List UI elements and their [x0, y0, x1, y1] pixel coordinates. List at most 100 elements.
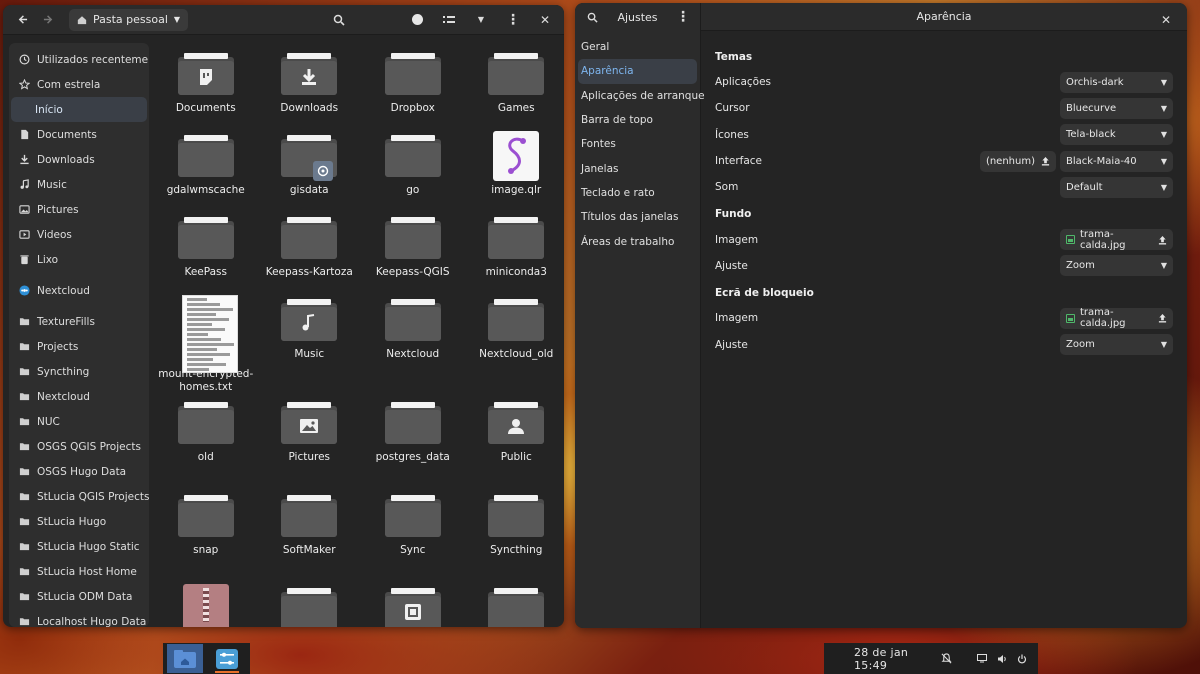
- power-icon[interactable]: [1016, 652, 1028, 666]
- file-item[interactable]: Downloads: [258, 45, 362, 127]
- close-button[interactable]: ✕: [1155, 9, 1177, 31]
- view-options-button[interactable]: [438, 9, 460, 31]
- location-bar[interactable]: Pasta pessoal ▼: [69, 8, 189, 31]
- search-button[interactable]: [328, 9, 350, 31]
- sidebar-item-videos[interactable]: Videos: [9, 222, 149, 247]
- sidebar-item-pictures[interactable]: Pictures: [9, 197, 149, 222]
- icons-theme-dropdown[interactable]: Tela-black ▼: [1060, 124, 1173, 146]
- lockscreen-image-chooser[interactable]: trama-calda.jpg: [1060, 307, 1173, 330]
- sidebar-item-nextcloud[interactable]: Nextcloud: [9, 384, 149, 409]
- file-item[interactable]: TrainingCourses: [465, 580, 565, 627]
- file-item[interactable]: Documents: [154, 45, 258, 127]
- nav-item-aplicacoes-de-arranque[interactable]: Aplicações de arranque: [575, 84, 705, 108]
- sidebar-item-stlucia-hugo[interactable]: StLucia Hugo: [9, 509, 149, 534]
- sidebar-item-stlucia-odm-data[interactable]: StLucia ODM Data: [9, 584, 149, 609]
- forward-button[interactable]: [37, 9, 59, 31]
- nav-item-fontes[interactable]: Fontes: [575, 132, 700, 156]
- sidebar-item-stlucia-host-home[interactable]: StLucia Host Home: [9, 559, 149, 584]
- file-item[interactable]: miniconda3: [465, 209, 565, 291]
- file-item[interactable]: postgres_data: [361, 394, 465, 487]
- nav-item-barra-de-topo[interactable]: Barra de topo: [575, 108, 700, 132]
- lockscreen-adjust-dropdown[interactable]: Zoom ▼: [1060, 334, 1173, 356]
- folder-icon: [176, 49, 236, 99]
- sound-theme-dropdown[interactable]: Default ▼: [1060, 176, 1173, 198]
- row-label: Ajuste: [715, 338, 748, 351]
- background-adjust-dropdown[interactable]: Zoom ▼: [1060, 255, 1173, 277]
- file-name: trama-calda.jpg: [1080, 307, 1126, 330]
- file-item[interactable]: gisdata: [258, 127, 362, 209]
- file-item[interactable]: Games: [465, 45, 565, 127]
- file-name: go: [406, 184, 420, 196]
- none-label: (nenhum): [985, 155, 1035, 167]
- sidebar-item-osgs-hugo-data[interactable]: OSGS Hugo Data: [9, 459, 149, 484]
- sidebar-item-com-estrela[interactable]: Com estrela: [9, 72, 149, 97]
- folder-icon: [19, 366, 30, 377]
- sidebar-item-localhost-hugo-data[interactable]: Localhost Hugo Data: [9, 609, 149, 627]
- dock-files-app[interactable]: [167, 644, 203, 673]
- screen-icon[interactable]: [976, 652, 988, 666]
- file-item[interactable]: Sync: [361, 487, 465, 580]
- file-item[interactable]: KeePass: [154, 209, 258, 291]
- sidebar-item-nextcloud[interactable]: Nextcloud: [9, 278, 149, 303]
- nav-item-titulos-das-janelas[interactable]: Títulos das janelas: [575, 205, 700, 229]
- sidebar-item-downloads[interactable]: Downloads: [9, 147, 149, 172]
- sidebar-item-texturefills[interactable]: TextureFills: [9, 309, 149, 334]
- sidebar-item-label: Com estrela: [37, 78, 101, 91]
- view-toggle-button[interactable]: [406, 9, 428, 31]
- file-item[interactable]: go: [361, 127, 465, 209]
- sidebar-item-stlucia-hugo-static[interactable]: StLucia Hugo Static: [9, 534, 149, 559]
- file-item[interactable]: mount-encrypted-homes.txt: [154, 291, 258, 394]
- interface-theme-dropdown[interactable]: Black-Maia-40 ▼: [1060, 150, 1173, 172]
- chevron-down-icon: ▼: [1160, 77, 1167, 87]
- file-item[interactable]: SystemConfig: [258, 580, 362, 627]
- file-item[interactable]: old: [154, 394, 258, 487]
- sidebar-item-in-cio[interactable]: Início: [11, 97, 147, 122]
- file-item[interactable]: Pictures: [258, 394, 362, 487]
- file-item[interactable]: syncthing-2022: [154, 580, 258, 627]
- file-item[interactable]: image.qlr: [465, 127, 565, 209]
- aplicacoes-theme-dropdown[interactable]: Orchis-dark ▼: [1060, 71, 1173, 93]
- search-button[interactable]: [581, 6, 603, 28]
- back-button[interactable]: [11, 9, 33, 31]
- file-item[interactable]: Syncthing: [465, 487, 565, 580]
- nav-item-areas-de-trabalho[interactable]: Áreas de trabalho: [575, 229, 700, 253]
- file-item[interactable]: snap: [154, 487, 258, 580]
- volume-icon[interactable]: [996, 652, 1008, 666]
- sidebar-item-stlucia-qgis-projects[interactable]: StLucia QGIS Projects: [9, 484, 149, 509]
- file-item[interactable]: Templates: [361, 580, 465, 627]
- dock-tweaks-app[interactable]: [209, 644, 245, 673]
- file-item[interactable]: gdalwmscache: [154, 127, 258, 209]
- sidebar-item-lixo[interactable]: Lixo: [9, 247, 149, 272]
- cursor-theme-dropdown[interactable]: Bluecurve ▼: [1060, 97, 1173, 119]
- nav-item-geral[interactable]: Geral: [575, 35, 700, 59]
- close-button[interactable]: ✕: [534, 9, 556, 31]
- notifications-off-icon[interactable]: [941, 652, 953, 666]
- file-item[interactable]: Nextcloud: [361, 291, 465, 394]
- nav-item-teclado-e-rato[interactable]: Teclado e rato: [575, 181, 700, 205]
- file-item[interactable]: Nextcloud_old: [465, 291, 565, 394]
- sidebar-item-osgs-qgis-projects[interactable]: OSGS QGIS Projects: [9, 434, 149, 459]
- menu-button[interactable]: ⋮: [502, 9, 524, 31]
- sort-dropdown-button[interactable]: ▼: [470, 9, 492, 31]
- sidebar-item-syncthing[interactable]: Syncthing: [9, 359, 149, 384]
- menu-button[interactable]: ⋮: [672, 6, 694, 28]
- file-name: snap: [193, 544, 219, 556]
- file-item[interactable]: Music: [258, 291, 362, 394]
- file-item[interactable]: Public: [465, 394, 565, 487]
- file-item[interactable]: SoftMaker: [258, 487, 362, 580]
- nav-item-aparencia[interactable]: Aparência: [578, 59, 697, 84]
- file-item[interactable]: Keepass-Kartoza: [258, 209, 362, 291]
- nav-item-janelas[interactable]: Janelas: [575, 156, 700, 180]
- clock[interactable]: 28 de jan 15:49: [854, 646, 933, 672]
- background-image-chooser[interactable]: trama-calda.jpg: [1060, 229, 1173, 251]
- dropdown-value: Orchis-dark: [1066, 76, 1124, 88]
- file-name: Dropbox: [390, 102, 435, 114]
- sidebar-item-projects[interactable]: Projects: [9, 334, 149, 359]
- sidebar-item-documents[interactable]: Documents: [9, 122, 149, 147]
- file-item[interactable]: Dropbox: [361, 45, 465, 127]
- interface-reset-button[interactable]: (nenhum): [979, 150, 1056, 172]
- sidebar-item-utilizados-recentemente[interactable]: Utilizados recentemente: [9, 47, 149, 72]
- sidebar-item-music[interactable]: Music: [9, 172, 149, 197]
- sidebar-item-nuc[interactable]: NUC: [9, 409, 149, 434]
- file-item[interactable]: Keepass-QGIS: [361, 209, 465, 291]
